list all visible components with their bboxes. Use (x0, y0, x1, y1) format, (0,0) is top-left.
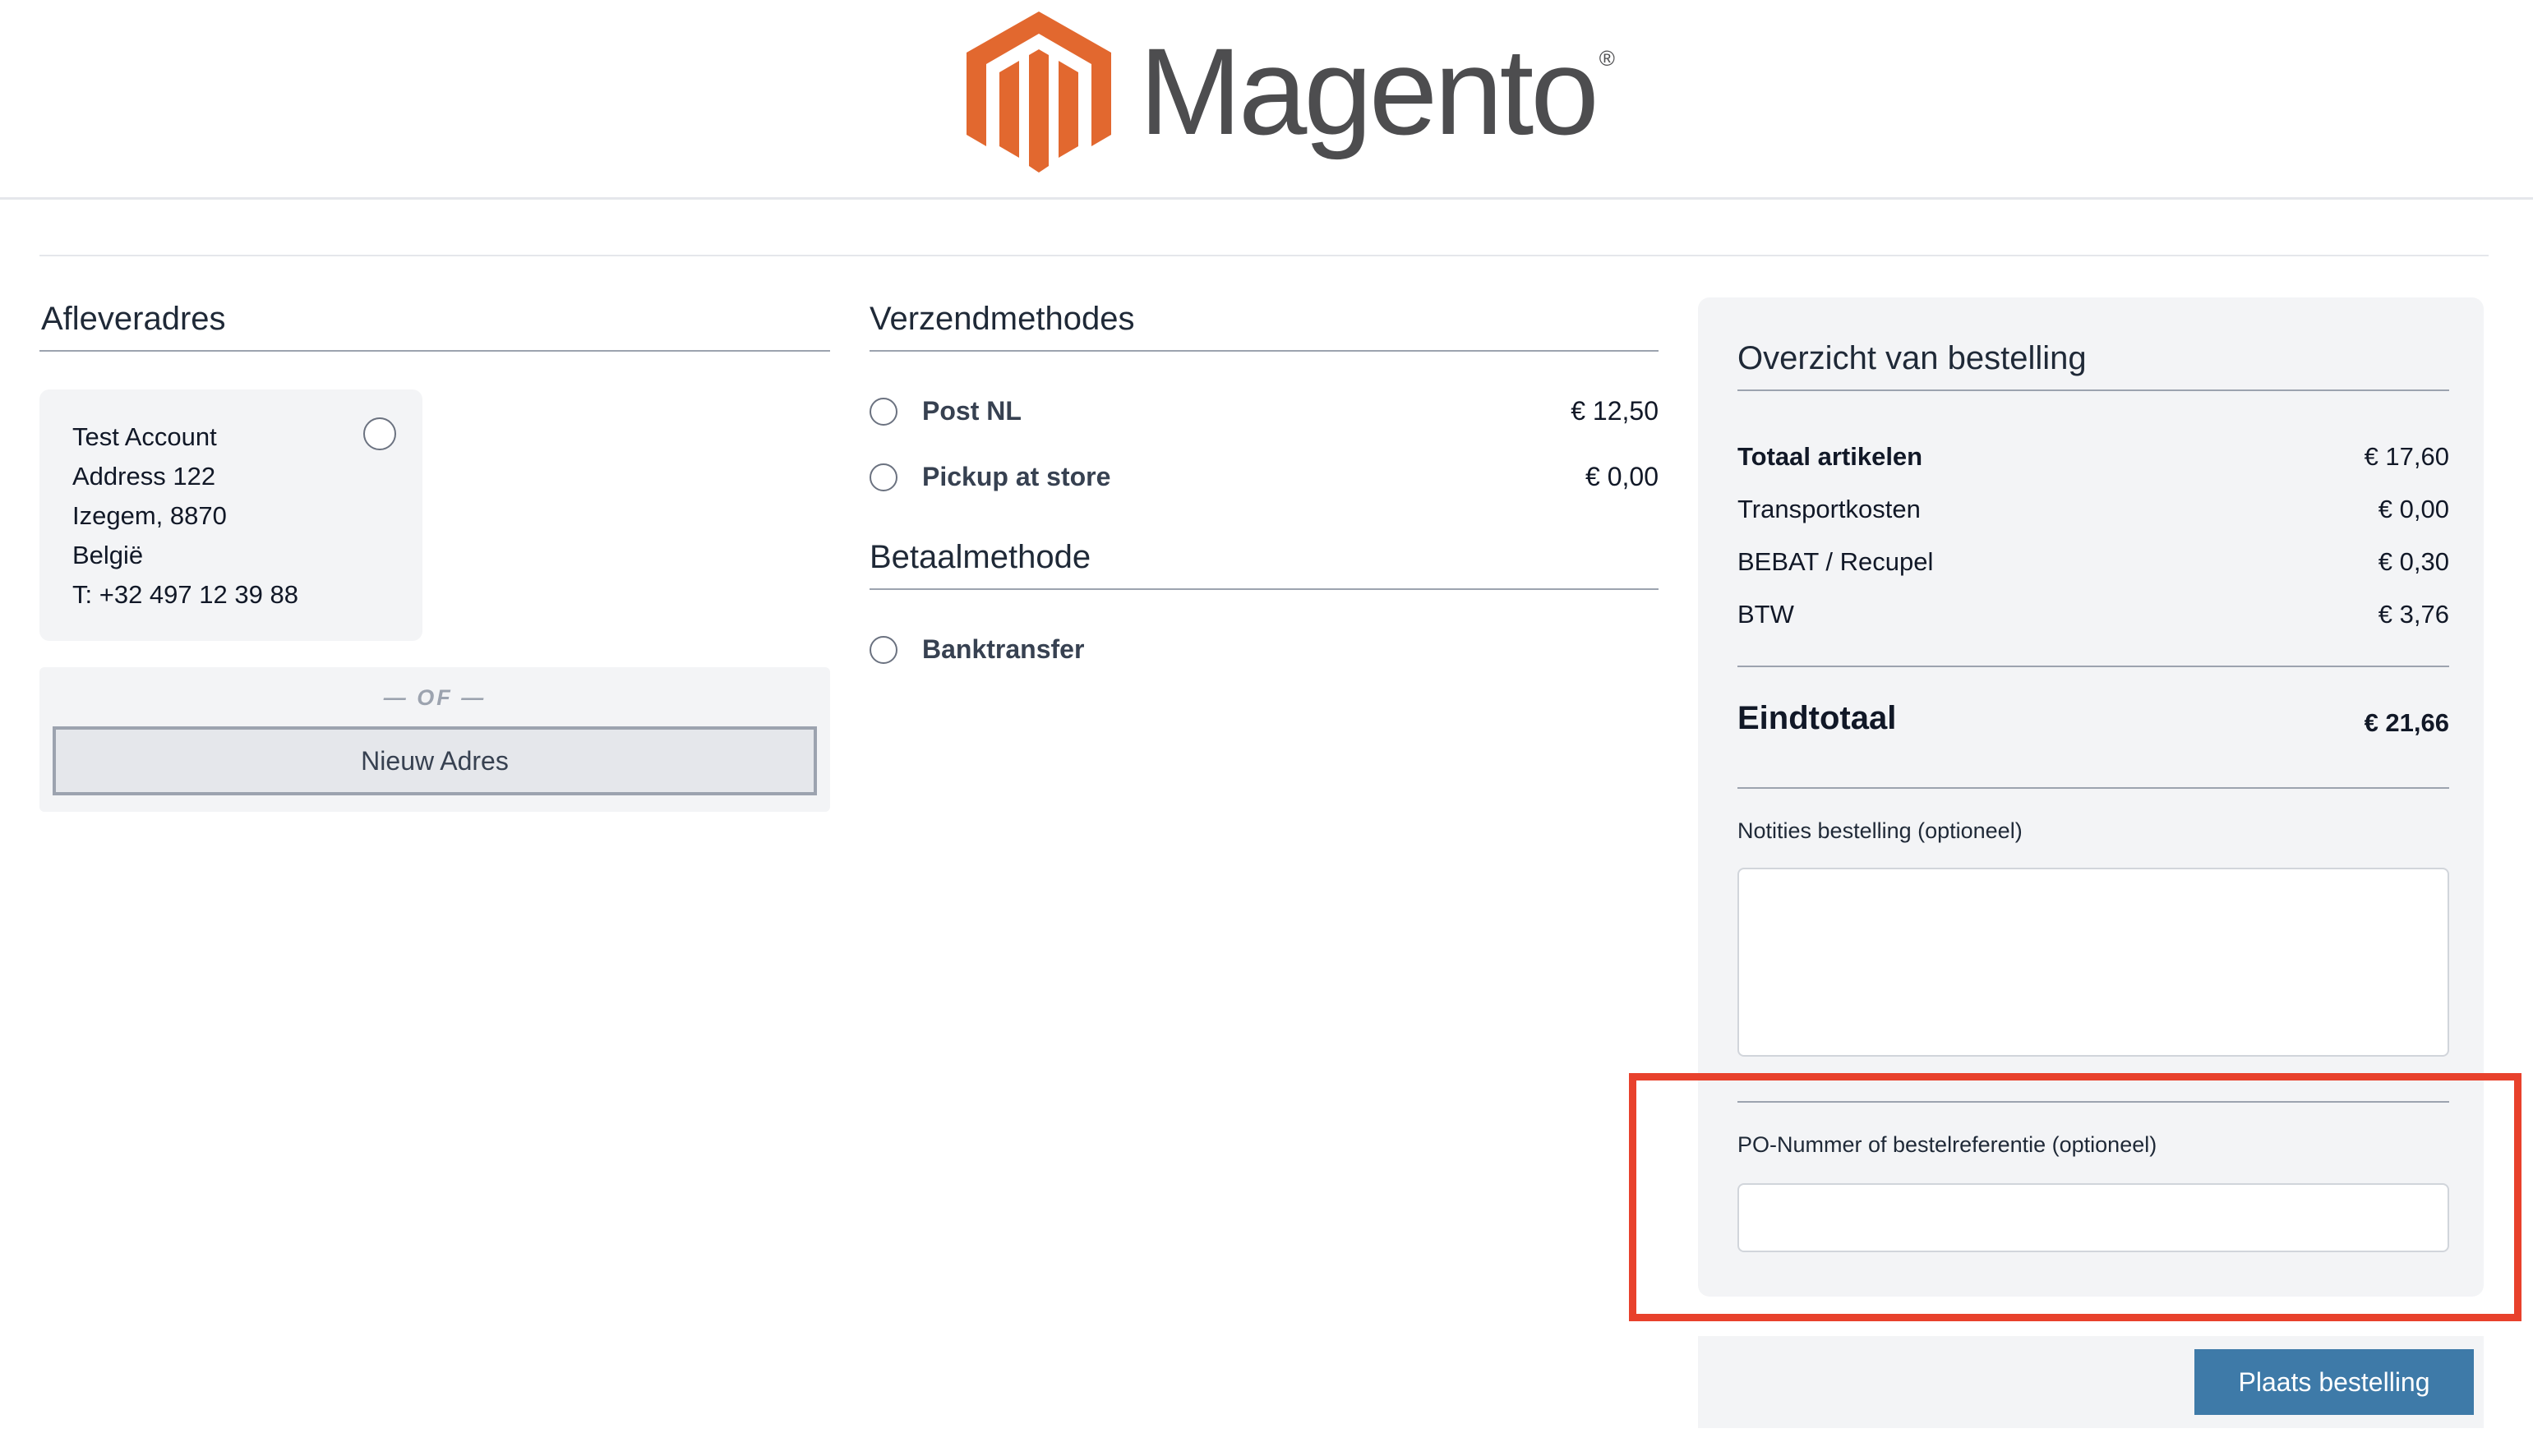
address-select-radio[interactable] (363, 417, 396, 450)
summary-row-vat: BTW € 3,76 (1737, 600, 2449, 629)
payment-radio-banktransfer[interactable] (870, 636, 897, 664)
or-separator: — OF — (383, 685, 487, 710)
address-country: België (72, 541, 144, 569)
section-divider (39, 350, 830, 352)
new-address-button[interactable]: Nieuw Adres (53, 726, 817, 795)
payment-label-banktransfer: Banktransfer (922, 634, 1085, 664)
summary-row-value: € 3,76 (2378, 600, 2449, 629)
order-notes-label: Notities bestelling (optioneel) (1737, 818, 2023, 843)
address-street: Address 122 (72, 462, 216, 491)
grand-total-value: € 21,66 (2364, 708, 2449, 737)
shipping-label-pickup: Pickup at store (922, 462, 1111, 491)
summary-row-label: BTW (1737, 600, 1794, 629)
summary-row-label: Totaal artikelen (1737, 442, 1923, 471)
brand-name: Magento (1139, 22, 1599, 160)
magento-logo-icon (967, 12, 1111, 173)
place-order-button[interactable]: Plaats bestelling (2194, 1349, 2474, 1415)
summary-row-value: € 0,00 (2378, 495, 2449, 523)
section-divider (1737, 666, 2449, 667)
new-address-block: — OF — Nieuw Adres (39, 667, 830, 812)
grand-total-label: Eindtotaal (1737, 700, 1897, 736)
address-phone: T: +32 497 12 39 88 (72, 580, 298, 609)
magento-logo[interactable]: Magento ® (967, 12, 1615, 184)
summary-row-label: Transportkosten (1737, 495, 1921, 523)
divider (39, 255, 2489, 256)
address-name: Test Account (72, 422, 217, 451)
summary-row-items: Totaal artikelen € 17,60 (1737, 442, 2449, 472)
order-notes-textarea[interactable] (1737, 868, 2449, 1057)
shipping-methods-title: Verzendmethodes (870, 301, 1135, 337)
trademark-symbol: ® (1599, 46, 1615, 71)
summary-row-value: € 0,30 (2378, 547, 2449, 576)
section-divider (1737, 389, 2449, 391)
place-order-bar: Plaats bestelling (1698, 1336, 2484, 1428)
section-divider (1737, 787, 2449, 789)
section-divider (870, 350, 1659, 352)
address-card[interactable]: Test Account Address 122 Izegem, 8870 Be… (39, 389, 422, 641)
summary-row-label: BEBAT / Recupel (1737, 547, 1934, 576)
grand-total-row: Eindtotaal € 21,66 (1737, 700, 2449, 737)
shipping-radio-postnl[interactable] (870, 398, 897, 426)
address-city: Izegem, 8870 (72, 501, 227, 530)
summary-row-value: € 17,60 (2364, 442, 2449, 471)
highlight-box (1629, 1073, 2521, 1321)
payment-method-title: Betaalmethode (870, 539, 1091, 575)
summary-row-shipping: Transportkosten € 0,00 (1737, 495, 2449, 524)
section-divider (870, 588, 1659, 590)
site-header: Magento ® (0, 0, 2533, 200)
order-summary-title: Overzicht van bestelling (1737, 340, 2087, 376)
shipping-price-postnl: € 12,50 (1571, 396, 1659, 426)
shipping-price-pickup: € 0,00 (1585, 462, 1659, 491)
shipping-label-postnl: Post NL (922, 396, 1022, 426)
shipping-address-title: Afleveradres (41, 301, 226, 337)
summary-row-bebat: BEBAT / Recupel € 0,30 (1737, 547, 2449, 577)
brand-wordmark: Magento ® (1139, 30, 1615, 153)
shipping-radio-pickup[interactable] (870, 463, 897, 491)
